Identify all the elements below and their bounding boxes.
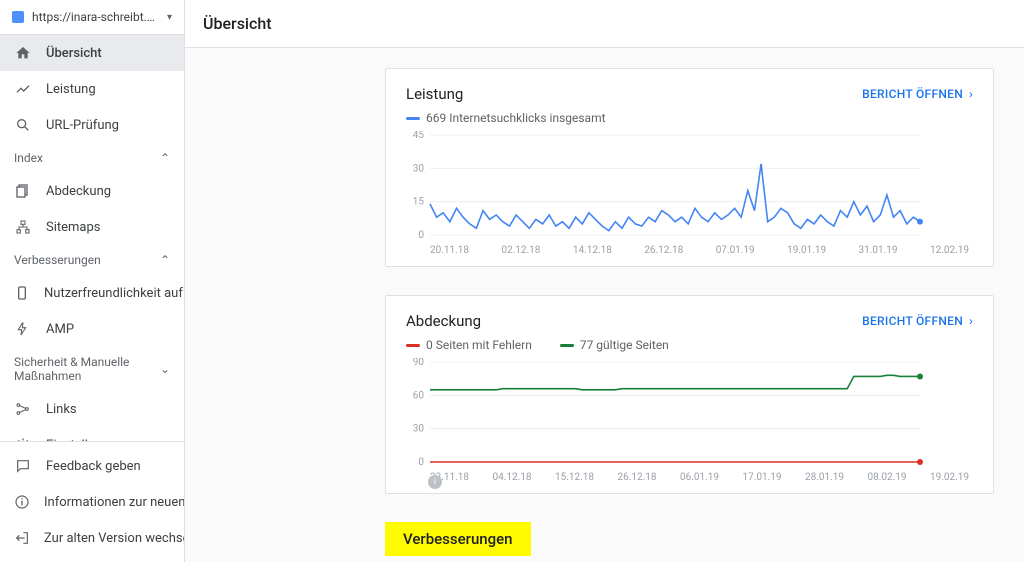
- legend-text: 77 gültige Seiten: [580, 338, 669, 352]
- nav-item-alte-version[interactable]: Zur alten Version wechseln: [0, 520, 184, 556]
- nav-item-neue-version[interactable]: Informationen zur neuen Version: [0, 484, 184, 520]
- svg-text:60: 60: [413, 390, 425, 401]
- section-index[interactable]: Index ⌃: [0, 143, 184, 173]
- section-label: Verbesserungen: [14, 253, 101, 267]
- content: Leistung BERICHT ÖFFNEN › 669 Internetsu…: [185, 48, 1024, 562]
- exit-icon: [14, 529, 30, 547]
- chevron-right-icon: ›: [969, 314, 973, 328]
- nav-label: Zur alten Version wechseln: [44, 531, 184, 546]
- sidebar-footer: Feedback geben Informationen zur neuen V…: [0, 441, 184, 562]
- favicon-icon: [12, 11, 24, 23]
- svg-text:0: 0: [418, 457, 424, 468]
- nav-label: Übersicht: [46, 46, 102, 61]
- svg-text:30: 30: [413, 163, 425, 174]
- svg-text:15: 15: [413, 197, 425, 208]
- bolt-icon: [14, 320, 32, 338]
- links-icon: [14, 400, 32, 418]
- nav-label: Sitemaps: [46, 220, 101, 235]
- home-icon: [14, 44, 32, 62]
- caret-down-icon: ▾: [167, 12, 172, 23]
- page-title: Übersicht: [203, 14, 272, 33]
- legend-text: 669 Internetsuchklicks insgesamt: [426, 111, 606, 125]
- card-abdeckung: Abdeckung BERICHT ÖFFNEN › 0 Seiten mit …: [385, 295, 994, 494]
- section-label: Index: [14, 151, 43, 165]
- nav: Übersicht Leistung URL-Prüfung Index ⌃: [0, 35, 184, 441]
- property-selector[interactable]: https://inara-schreibt.de/ ▾: [0, 0, 184, 35]
- nav-label: Nutzerfreundlichkeit auf Mobilg…: [44, 286, 184, 301]
- nav-item-leistung[interactable]: Leistung: [0, 71, 184, 107]
- mobile-icon: [14, 284, 30, 302]
- chevron-right-icon: ›: [969, 87, 973, 101]
- open-report-leistung[interactable]: BERICHT ÖFFNEN ›: [862, 87, 973, 101]
- chart-marker-icon: i: [428, 475, 442, 489]
- nav-label: Informationen zur neuen Version: [44, 495, 184, 510]
- section-label: Sicherheit & Manuelle Maßnahmen: [14, 355, 144, 383]
- nav-item-links[interactable]: Links: [0, 391, 184, 427]
- nav-item-sitemaps[interactable]: Sitemaps: [0, 209, 184, 245]
- trending-icon: [14, 80, 32, 98]
- svg-text:45: 45: [413, 131, 425, 141]
- main: Übersicht Leistung BERICHT ÖFFNEN › 669 …: [185, 0, 1024, 562]
- nav-item-abdeckung[interactable]: Abdeckung: [0, 173, 184, 209]
- svg-text:30: 30: [413, 424, 425, 435]
- sidebar: https://inara-schreibt.de/ ▾ Übersicht L…: [0, 0, 185, 562]
- feedback-icon: [14, 457, 32, 475]
- open-report-label: BERICHT ÖFFNEN: [862, 87, 963, 101]
- card-leistung: Leistung BERICHT ÖFFNEN › 669 Internetsu…: [385, 68, 994, 267]
- nav-item-feedback[interactable]: Feedback geben: [0, 448, 184, 484]
- card-verbesserungen-header: Verbesserungen: [385, 522, 994, 556]
- info-icon: [14, 493, 30, 511]
- card-title: Abdeckung: [406, 312, 481, 330]
- nav-label: Links: [46, 402, 77, 417]
- legend-leistung: 669 Internetsuchklicks insgesamt: [406, 111, 973, 125]
- nav-label: Leistung: [46, 82, 96, 97]
- nav-item-einstellungen[interactable]: Einstellungen: [0, 427, 184, 441]
- nav-item-url-pruefung[interactable]: URL-Prüfung: [0, 107, 184, 143]
- property-url: https://inara-schreibt.de/: [32, 10, 159, 24]
- card-title: Leistung: [406, 85, 463, 103]
- legend-abdeckung: 0 Seiten mit Fehlern 77 gültige Seiten: [406, 338, 973, 352]
- legend-dash-icon: [406, 344, 420, 347]
- search-icon: [14, 116, 32, 134]
- section-verbesserungen[interactable]: Verbesserungen ⌃: [0, 245, 184, 275]
- open-report-abdeckung[interactable]: BERICHT ÖFFNEN ›: [862, 314, 973, 328]
- sitemap-icon: [14, 218, 32, 236]
- open-report-label: BERICHT ÖFFNEN: [862, 314, 963, 328]
- nav-label: AMP: [46, 322, 74, 337]
- section-security[interactable]: Sicherheit & Manuelle Maßnahmen ⌄: [0, 347, 184, 391]
- chevron-up-icon: ⌃: [160, 151, 170, 165]
- nav-label: Abdeckung: [46, 184, 111, 199]
- chart-abdeckung: 0306090 i 23.11.1804.12.1815.12.1826.12.…: [406, 358, 973, 483]
- pages-icon: [14, 182, 32, 200]
- page-header: Übersicht: [185, 0, 1024, 48]
- nav-item-mobile[interactable]: Nutzerfreundlichkeit auf Mobilg…: [0, 275, 184, 311]
- nav-item-amp[interactable]: AMP: [0, 311, 184, 347]
- chevron-up-icon: ⌃: [160, 253, 170, 267]
- nav-item-uebersicht[interactable]: Übersicht: [0, 35, 184, 71]
- svg-text:0: 0: [418, 230, 424, 241]
- nav-label: URL-Prüfung: [46, 118, 119, 133]
- legend-dash-icon: [560, 344, 574, 347]
- chart-leistung: 0153045 20.11.1802.12.1814.12.1826.12.18…: [406, 131, 973, 256]
- verbesserungen-title: Verbesserungen: [385, 522, 531, 556]
- legend-dash-icon: [406, 117, 420, 120]
- nav-label: Feedback geben: [46, 459, 141, 474]
- legend-text: 0 Seiten mit Fehlern: [426, 338, 532, 352]
- chevron-down-icon: ⌄: [160, 362, 170, 376]
- svg-text:90: 90: [413, 358, 425, 368]
